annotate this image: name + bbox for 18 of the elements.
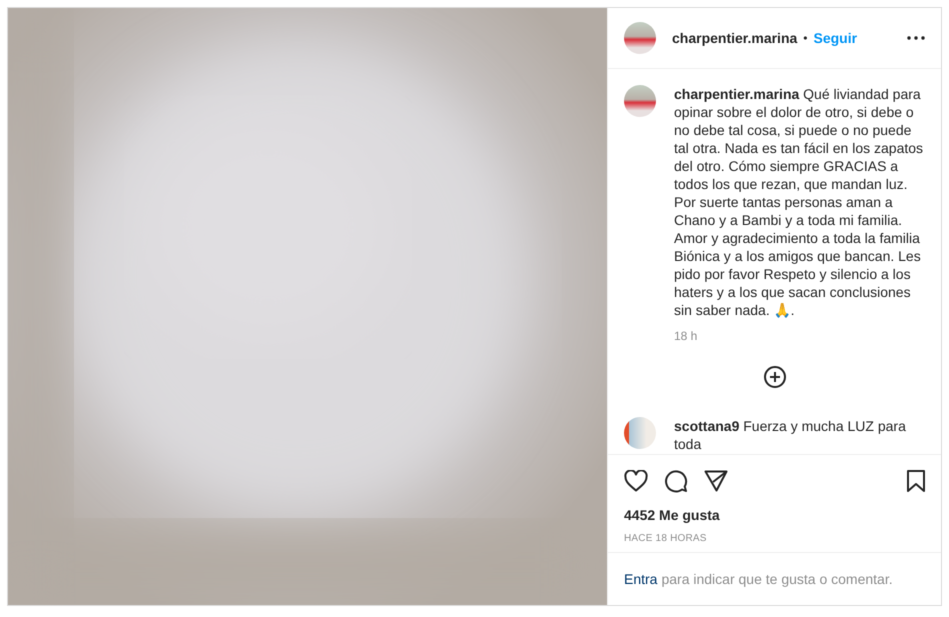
comment-text: scottana9 Fuerza y mucha LUZ para toda [674,417,907,453]
login-link[interactable]: Entra [624,571,658,587]
comment-time: 18 h [674,329,698,343]
likes-count[interactable]: 4452 Me gusta [624,507,925,523]
more-icon[interactable] [907,36,925,40]
comment-text: charpentier.marina Qué liviandad para opinar sobre el dolor de otro, si debe o no debe tal cosa, si puede o no puede tal otra. Nada es tan fácil en los zapatos del otro. Cómo siempre GRACIAS a todos los que rezan, que mandan luz. Por suerte tantas personas aman a Chano y a Bambi y a toda mi familia. Amor y agradecimiento a toda la familia Biónica y a los amigos que bancan. Les pido por favor Respeto y silencio a los haters y a los que sacan conclusiones sin saber nada. 🙏. [674,85,924,319]
comment-icon[interactable] [664,469,688,493]
heart-icon[interactable] [624,470,648,492]
post-timestamp: HACE 18 HORAS [624,533,708,544]
avatar[interactable] [624,85,656,117]
avatar[interactable] [624,22,656,54]
bookmark-icon[interactable] [907,470,925,492]
separator: • [803,31,808,45]
avatar[interactable] [624,417,656,449]
send-icon[interactable] [704,470,728,492]
username-link[interactable]: charpentier.marina [672,30,798,46]
load-more-icon[interactable] [762,365,786,389]
login-prompt: para indicar que te gusta o comentar. [661,571,893,587]
